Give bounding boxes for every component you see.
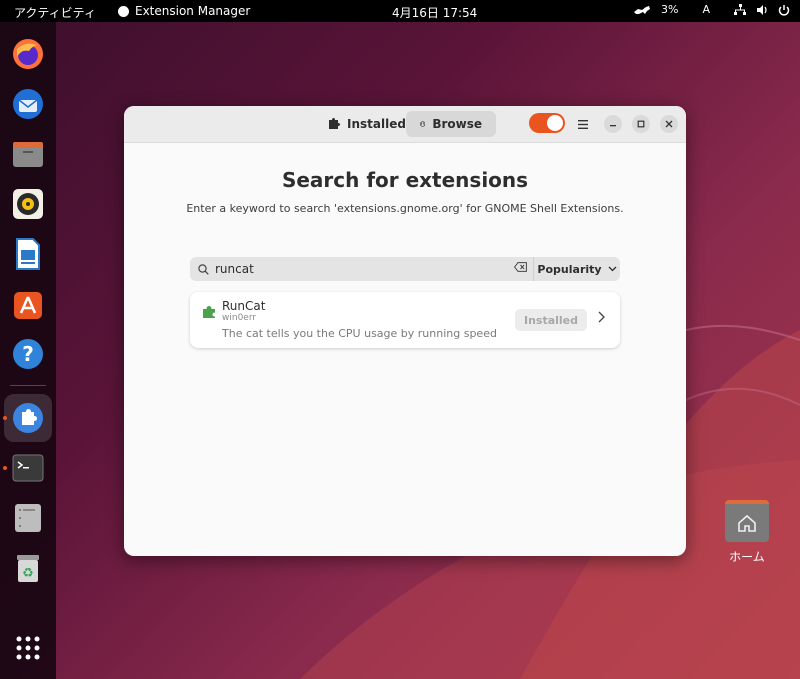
app-menu[interactable]: Extension Manager [118,4,250,18]
tab-browse[interactable]: Browse [406,111,496,137]
main-menu-button[interactable] [574,115,592,133]
dock-item-writer[interactable] [8,234,48,274]
dock-separator [10,385,46,386]
extension-name: RunCat [222,299,266,313]
dock-item-firefox[interactable] [8,34,48,74]
page-title: Search for extensions [281,168,529,192]
desktop-home-folder[interactable]: ホーム [722,500,772,565]
libreoffice-writer-icon [11,237,45,271]
battery-percent: 3% [661,3,679,16]
header-bar: Installed Browse [124,106,686,143]
tab-installed[interactable]: Installed [314,111,420,137]
trash-icon: ♻ [11,551,45,585]
clock[interactable]: 4月16日 17:54 [392,4,477,21]
dock-item-show-apps[interactable] [8,628,48,668]
extensions-enabled-toggle[interactable] [529,113,565,133]
dock: ? ♻ [0,22,56,679]
globe-icon [420,121,426,127]
system-tray[interactable]: 3% A [633,3,790,16]
sort-dropdown-label: Popularity [537,262,602,276]
puzzle-icon [329,118,340,129]
files-icon [11,137,45,171]
firefox-icon [11,37,45,71]
page-subtitle: Enter a keyword to search 'extensions.gn… [186,202,624,215]
top-bar: アクティビティ Extension Manager 4月16日 17:54 3%… [0,0,800,22]
minimize-icon [610,125,616,127]
home-folder-icon [725,500,769,542]
network-icon [734,3,746,15]
extension-puzzle-icon [202,304,216,323]
running-indicator [3,416,7,420]
disks-icon [11,501,45,535]
tab-installed-label: Installed [347,117,406,131]
dock-item-trash[interactable]: ♻ [8,548,48,588]
terminal-icon [11,451,45,485]
extension-description: The cat tells you the CPU usage by runni… [222,327,497,340]
extension-author: win0err [222,313,257,323]
search-row: runcat Popularity [190,257,620,281]
app-indicator-icon [118,5,129,17]
dock-item-software[interactable] [8,284,48,324]
chevron-down-icon [608,266,617,272]
runcat-icon [634,5,651,14]
activities-button[interactable]: アクティビティ [14,4,96,21]
running-indicator [3,466,7,470]
sort-dropdown[interactable]: Popularity [533,257,620,281]
dock-item-files[interactable] [8,134,48,174]
power-icon [778,4,790,16]
help-icon: ? [11,337,45,371]
search-input[interactable]: runcat [190,257,533,281]
app-menu-label: Extension Manager [135,4,251,18]
extension-manager-window: Installed Browse Search for extensions E… [124,106,686,556]
dock-item-rhythmbox[interactable] [8,184,48,224]
dock-item-extension-manager[interactable] [4,394,52,442]
svg-text:?: ? [22,342,34,366]
close-icon [665,120,673,128]
search-icon [198,263,209,275]
installed-button[interactable]: Installed [515,309,587,331]
extension-result-row[interactable]: RunCat win0err The cat tells you the CPU… [190,292,620,348]
maximize-button[interactable] [632,115,650,133]
toggle-knob [547,115,563,131]
app-grid-icon [11,631,45,665]
input-method-indicator[interactable]: A [702,3,710,16]
desktop-home-label: ホーム [729,550,765,564]
maximize-icon [637,120,645,128]
dock-item-disks[interactable] [8,498,48,538]
puzzle-icon [11,401,45,435]
rhythmbox-icon [11,187,45,221]
search-input-value: runcat [215,262,254,276]
dock-item-terminal[interactable] [8,448,48,488]
app-center-icon [11,287,45,321]
volume-icon [757,4,767,15]
close-button[interactable] [660,115,678,133]
clear-search-icon[interactable] [514,262,527,272]
svg-text:♻: ♻ [22,566,34,581]
tab-browse-label: Browse [432,117,482,131]
thunderbird-icon [11,87,45,121]
dock-item-thunderbird[interactable] [8,84,48,124]
chevron-right-icon[interactable] [598,311,605,323]
dock-item-help[interactable]: ? [8,334,48,374]
minimize-button[interactable] [604,115,622,133]
hamburger-menu-icon [578,119,588,129]
